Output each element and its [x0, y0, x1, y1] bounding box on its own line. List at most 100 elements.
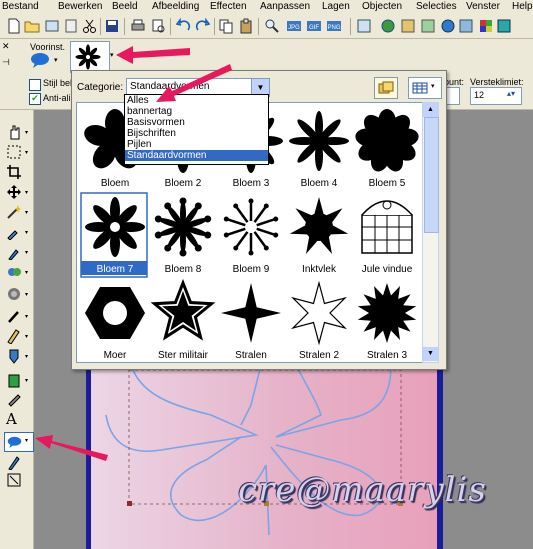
chevron-down-icon: ▾ — [25, 438, 29, 444]
menu-selecties[interactable]: Selecties — [416, 0, 457, 13]
picture-tube-icon[interactable] — [6, 348, 22, 364]
shape-thumbnail[interactable]: Stralen 2 — [290, 280, 348, 361]
category-option[interactable]: Bijschriften — [125, 128, 268, 139]
shape-thumbnail[interactable]: Jule vindue — [361, 200, 413, 275]
stretch-limit-value: 12 — [474, 90, 485, 100]
clone-brush-icon[interactable] — [6, 264, 22, 280]
red-eye-icon[interactable] — [6, 286, 22, 302]
point-label: punt: — [444, 77, 465, 87]
open-folder-icon[interactable] — [24, 18, 40, 34]
shape-label: Bloem 3 — [233, 178, 270, 189]
shape-thumbnail[interactable]: Bloem 7 — [80, 192, 148, 278]
menu-lagen[interactable]: Lagen — [322, 0, 350, 13]
object-selector-icon[interactable] — [6, 472, 22, 488]
paint-brush-icon[interactable] — [6, 244, 22, 260]
scroll-thumb[interactable] — [424, 117, 439, 233]
resize-icon[interactable] — [356, 18, 372, 34]
menu-afbeelding[interactable]: Afbeelding — [152, 0, 199, 13]
folder-button[interactable] — [374, 77, 398, 99]
text-tool-icon[interactable]: A — [6, 410, 22, 428]
view-options-button[interactable]: ▾ — [408, 77, 442, 99]
print-preview-icon[interactable] — [150, 18, 166, 34]
preset-shape-tool[interactable]: ▾ — [4, 432, 34, 452]
category-option-selected[interactable]: Standaardvormen — [125, 150, 268, 161]
flood-fill-icon[interactable] — [6, 372, 22, 388]
gallery-scrollbar[interactable]: ▲ ▼ — [422, 102, 439, 363]
undo-icon[interactable] — [176, 18, 192, 34]
pin-icon[interactable]: ⊣ — [2, 57, 10, 68]
antialias-checkbox[interactable]: ✔ — [29, 93, 41, 105]
category-option[interactable]: bannertag — [125, 106, 268, 117]
browse-icon[interactable] — [63, 18, 79, 34]
print-icon[interactable] — [130, 18, 146, 34]
paste-icon[interactable] — [238, 18, 254, 34]
layout-icon[interactable] — [458, 18, 474, 34]
menu-venster[interactable]: Venster — [466, 0, 500, 13]
scroll-up-icon[interactable]: ▲ — [423, 103, 438, 117]
shape-selector-button[interactable] — [70, 41, 110, 73]
category-option[interactable]: Pijlen — [125, 139, 268, 150]
web-icon[interactable] — [440, 18, 456, 34]
save-icon[interactable] — [104, 18, 120, 34]
shape-thumbnail[interactable]: Moer — [85, 287, 145, 361]
dropper-tool-icon[interactable] — [6, 224, 22, 240]
category-option[interactable]: Basisvormen — [125, 117, 268, 128]
flower-outline-shape[interactable] — [91, 365, 437, 549]
shape-label: Inktvlek — [302, 264, 337, 275]
image-map-icon[interactable] — [420, 18, 436, 34]
menu-aanpassen[interactable]: Aanpassen — [260, 0, 310, 13]
category-label: Categorie: — [77, 82, 124, 93]
menu-bewerken[interactable]: Bewerken — [58, 0, 102, 13]
globe-icon[interactable] — [380, 18, 396, 34]
color-changer-icon[interactable] — [6, 392, 22, 408]
eraser-icon[interactable] — [6, 328, 22, 344]
menu-beeld[interactable]: Beeld — [112, 0, 138, 13]
spinner-icon[interactable]: ▴▾ — [507, 89, 515, 98]
shape-thumbnail[interactable]: Inktvlek — [289, 197, 349, 275]
image-canvas[interactable] — [91, 365, 437, 549]
pen-tool-icon[interactable] — [6, 454, 22, 470]
menu-bestand[interactable]: Bestand — [2, 0, 39, 13]
zoom-icon[interactable] — [264, 18, 280, 34]
export-gif-icon[interactable]: GIF — [306, 18, 322, 34]
menu-objecten[interactable]: Objecten — [362, 0, 402, 13]
shape-thumbnail[interactable]: Ster militair — [150, 278, 216, 361]
shape-thumbnail[interactable]: Bloem 4 — [289, 111, 349, 189]
shape-label: Bloem — [101, 178, 129, 189]
frame-icon[interactable] — [496, 18, 512, 34]
category-select-value: Standaardvormen — [130, 81, 210, 92]
dodge-tool-icon[interactable] — [6, 308, 22, 324]
copy-icon[interactable] — [218, 18, 234, 34]
shape-thumbnail[interactable]: Stralen — [221, 283, 281, 361]
export-jpg-icon[interactable]: JPG — [286, 18, 302, 34]
shape-label: Stralen 3 — [367, 350, 407, 361]
new-file-icon[interactable] — [6, 18, 22, 34]
stretch-limit-field[interactable]: 12 ▴▾ — [470, 87, 522, 105]
resize-handle[interactable] — [127, 501, 132, 506]
shape-thumbnail[interactable]: Bloem 5 — [354, 109, 420, 189]
shape-thumbnail[interactable]: Stralen 3 — [357, 283, 417, 361]
shape-thumbnail[interactable]: Bloem 9 — [223, 198, 279, 276]
shape-thumbnail[interactable]: Bloem 8 — [154, 197, 212, 276]
preset-dropdown[interactable]: ▾ — [30, 52, 62, 70]
shape-label: Bloem 9 — [233, 264, 270, 275]
redo-icon[interactable] — [194, 18, 210, 34]
cut-icon[interactable] — [82, 18, 98, 34]
export-png-icon[interactable]: PNG — [326, 18, 342, 34]
magic-wand-icon[interactable] — [6, 204, 22, 220]
shape-dropdown-arrow-icon[interactable]: ▾ — [110, 51, 114, 59]
menu-help[interactable]: Help — [512, 0, 533, 13]
speech-bubble-icon — [31, 53, 49, 68]
open-browser-icon[interactable] — [44, 18, 60, 34]
image-slicer-icon[interactable] — [400, 18, 416, 34]
selection-tool-icon[interactable] — [6, 144, 22, 160]
category-option[interactable]: Alles — [125, 95, 268, 106]
mosaic-icon[interactable] — [478, 18, 494, 34]
pan-tool-icon[interactable] — [6, 124, 22, 140]
menu-effecten[interactable]: Effecten — [210, 0, 247, 13]
grid-view-icon — [412, 82, 428, 94]
style-checkbox[interactable] — [29, 79, 41, 91]
scroll-down-icon[interactable]: ▼ — [423, 347, 438, 361]
crop-tool-icon[interactable] — [6, 164, 22, 180]
move-tool-icon[interactable] — [6, 184, 22, 200]
